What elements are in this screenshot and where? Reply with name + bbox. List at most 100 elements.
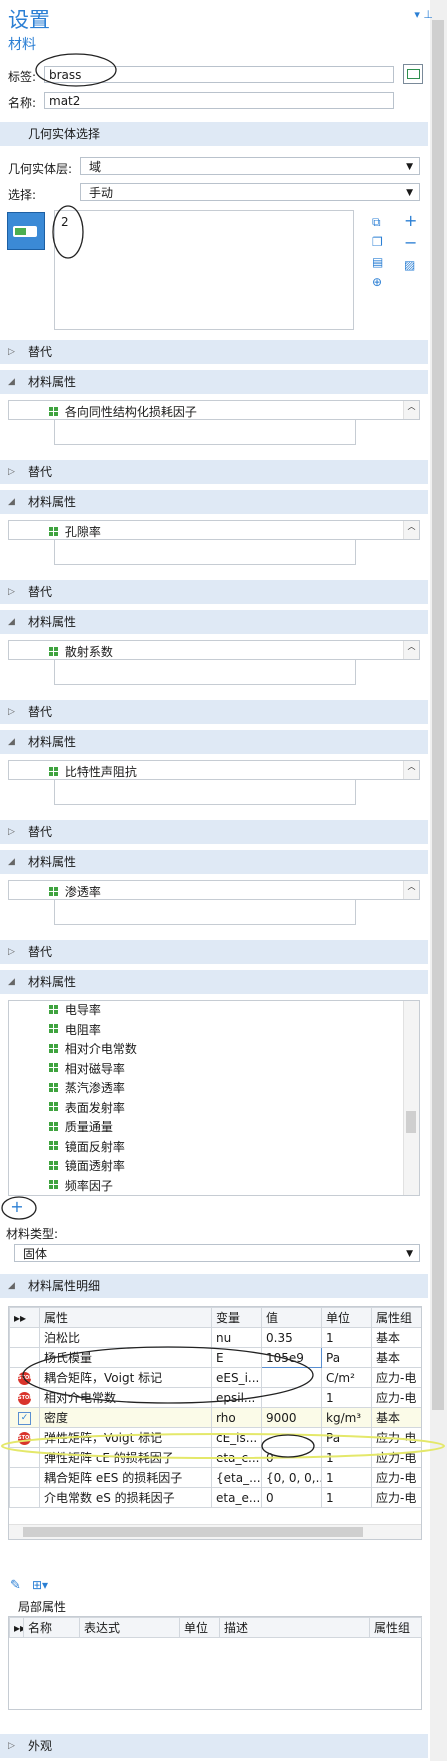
list-item[interactable]: 渗透率 — [49, 883, 101, 900]
geometry-section-header[interactable]: 几何实体选择 — [0, 122, 428, 146]
unit-dropdown-icon[interactable]: ⊞▾ — [32, 1578, 48, 1592]
material-props-section-header[interactable]: ◢ 材料属性 — [0, 850, 428, 874]
property-icon — [49, 526, 61, 539]
list-item[interactable]: 频率因子 — [9, 1177, 419, 1196]
list-item[interactable]: 相对磁导率 — [9, 1060, 419, 1080]
name-input[interactable]: mat2 — [44, 92, 394, 109]
cell-group[interactable]: 基本 — [371, 1327, 421, 1348]
list-item[interactable]: 镜面反射率 — [9, 1138, 419, 1158]
material-props-section-header[interactable]: ◢ 材料属性 — [0, 970, 428, 994]
override-section-header[interactable]: ▷ 替代 — [0, 460, 428, 484]
cell-unit[interactable]: kg/m³ — [321, 1407, 372, 1428]
col-header-property[interactable]: 属性 — [39, 1307, 212, 1328]
cell-property[interactable]: 介电常数 eS 的损耗因子 — [39, 1487, 212, 1508]
override-section-header[interactable]: ▷ 替代 — [0, 700, 428, 724]
material-props-list[interactable]: 电导率 电阻率 相对介电常数 相对磁导率 蒸汽渗透率 表面发射率 质量通量 镜面… — [8, 1000, 420, 1196]
remove-icon: − — [404, 233, 418, 252]
annotation-highlight-ellipse — [1, 1433, 445, 1459]
cell-group[interactable]: 基本 — [371, 1407, 421, 1428]
cell-value[interactable]: {0, 0, 0,... — [261, 1467, 322, 1488]
override-section-header[interactable]: ▷ 替代 — [0, 340, 428, 364]
table-corner-icon[interactable]: ▸▸ — [9, 1617, 24, 1638]
activate-selection-toggle[interactable] — [7, 212, 45, 250]
cell-unit[interactable]: 1 — [321, 1327, 372, 1348]
cell-property[interactable]: 耦合矩阵 eES 的损耗因子 — [39, 1467, 212, 1488]
col-header-value[interactable]: 值 — [261, 1307, 322, 1328]
list-item[interactable]: 电导率 — [9, 1001, 419, 1021]
appearance-section-header[interactable]: ▷ 外观 — [0, 1734, 428, 1758]
edit-label-icon[interactable] — [403, 64, 423, 84]
list-item[interactable]: 相对介电常数 — [9, 1040, 419, 1060]
cell-unit[interactable]: 1 — [321, 1387, 372, 1408]
material-props-section-header[interactable]: ◢ 材料属性 — [0, 610, 428, 634]
cell-group[interactable]: 应力-电 — [371, 1487, 421, 1508]
edit-property-icon[interactable]: ✎ — [10, 1578, 21, 1593]
cell-group[interactable]: 应力-电 — [371, 1467, 421, 1488]
local-col-group[interactable]: 属性组 — [369, 1617, 422, 1638]
cell-variable[interactable]: eta_e... — [211, 1487, 262, 1508]
scrollbar-thumb[interactable] — [432, 20, 444, 1410]
list-item[interactable]: 表面发射率 — [9, 1099, 419, 1119]
cell-unit[interactable]: C/m² — [321, 1367, 372, 1388]
list-scrollbar[interactable]: ︿ — [403, 521, 419, 539]
material-props-section-header[interactable]: ◢ 材料属性 — [0, 370, 428, 394]
list-item[interactable]: 孔隙率 — [49, 523, 101, 540]
material-props-section-header[interactable]: ◢ 材料属性 — [0, 490, 428, 514]
material-type-select[interactable]: 固体 ▼ — [14, 1244, 420, 1262]
list-scrollbar[interactable]: ︿ — [403, 761, 419, 779]
geometry-level-select[interactable]: 域 ▼ — [80, 157, 420, 175]
table-row[interactable]: 耦合矩阵 eES 的损耗因子 {eta_... {0, 0, 0,... 1 应… — [9, 1467, 421, 1488]
col-header-group[interactable]: 属性组 — [371, 1307, 421, 1328]
property-icon — [49, 1024, 61, 1036]
override-section-header[interactable]: ▷ 替代 — [0, 940, 428, 964]
material-props-list[interactable]: 孔隙率 ︿ — [8, 520, 420, 540]
table-row[interactable]: 介电常数 eS 的损耗因子 eta_e... 0 1 应力-电 — [9, 1487, 421, 1508]
table-horizontal-scrollbar[interactable] — [9, 1524, 421, 1539]
material-props-list[interactable]: 散射系数 ︿ — [8, 640, 420, 660]
chevron-down-icon: ▼ — [406, 188, 413, 198]
list-scrollbar[interactable]: ︿ — [403, 401, 419, 419]
local-col-description[interactable]: 描述 — [219, 1617, 370, 1638]
list-item[interactable]: 各向同性结构化损耗因子 — [49, 403, 197, 420]
list-item[interactable]: 电阻率 — [9, 1021, 419, 1041]
list-item[interactable]: 质量通量 — [9, 1118, 419, 1138]
material-props-list[interactable]: 各向同性结构化损耗因子 ︿ — [8, 400, 420, 420]
local-col-expression[interactable]: 表达式 — [79, 1617, 180, 1638]
list-item[interactable]: 散射系数 — [49, 643, 113, 660]
selection-tools[interactable]: ⧉ ❐ ▤ ⊕ — [372, 212, 383, 292]
material-props-list[interactable]: 比特性声阻抗 ︿ — [8, 760, 420, 780]
material-props-section-header[interactable]: ◢ 材料属性 — [0, 730, 428, 754]
chevron-down-icon: ▼ — [406, 1249, 413, 1259]
cell-group[interactable]: 应力-电 — [371, 1367, 421, 1388]
list-actions[interactable]: + − ▨ — [404, 210, 417, 276]
cell-unit[interactable]: 1 — [321, 1467, 372, 1488]
details-section-header[interactable]: ◢ 材料属性明细 — [0, 1274, 428, 1298]
table-corner-icon[interactable]: ▸▸ — [9, 1307, 40, 1328]
pin-icon[interactable]: ▾ ⊥ — [414, 8, 433, 21]
list-item[interactable]: 蒸汽渗透率 — [9, 1079, 419, 1099]
list-scrollbar[interactable]: ︿ — [403, 881, 419, 899]
material-props-list[interactable]: 渗透率 ︿ — [8, 880, 420, 900]
cell-group[interactable]: 应力-电 — [371, 1387, 421, 1408]
property-icon — [49, 766, 61, 779]
local-col-name[interactable]: 名称 — [23, 1617, 80, 1638]
cell-variable[interactable]: {eta_... — [211, 1467, 262, 1488]
page-title: 设置 — [8, 8, 50, 32]
override-section-header[interactable]: ▷ 替代 — [0, 820, 428, 844]
cell-unit[interactable]: Pa — [321, 1347, 372, 1368]
selection-list[interactable]: 2 — [54, 210, 354, 330]
local-col-unit[interactable]: 单位 — [179, 1617, 220, 1638]
list-scrollbar[interactable]: ︿ — [403, 641, 419, 659]
property-icon — [49, 406, 61, 419]
cell-value[interactable]: 0 — [261, 1487, 322, 1508]
annotation-ellipse — [52, 205, 84, 259]
override-section-header[interactable]: ▷ 替代 — [0, 580, 428, 604]
selection-select[interactable]: 手动 ▼ — [80, 183, 420, 201]
cell-unit[interactable]: 1 — [321, 1487, 372, 1508]
list-item[interactable]: 比特性声阻抗 — [49, 763, 137, 780]
list-scrollbar[interactable] — [403, 1001, 419, 1195]
col-header-variable[interactable]: 变量 — [211, 1307, 262, 1328]
cell-group[interactable]: 基本 — [371, 1347, 421, 1368]
col-header-unit[interactable]: 单位 — [321, 1307, 372, 1328]
list-item[interactable]: 镜面透射率 — [9, 1157, 419, 1177]
